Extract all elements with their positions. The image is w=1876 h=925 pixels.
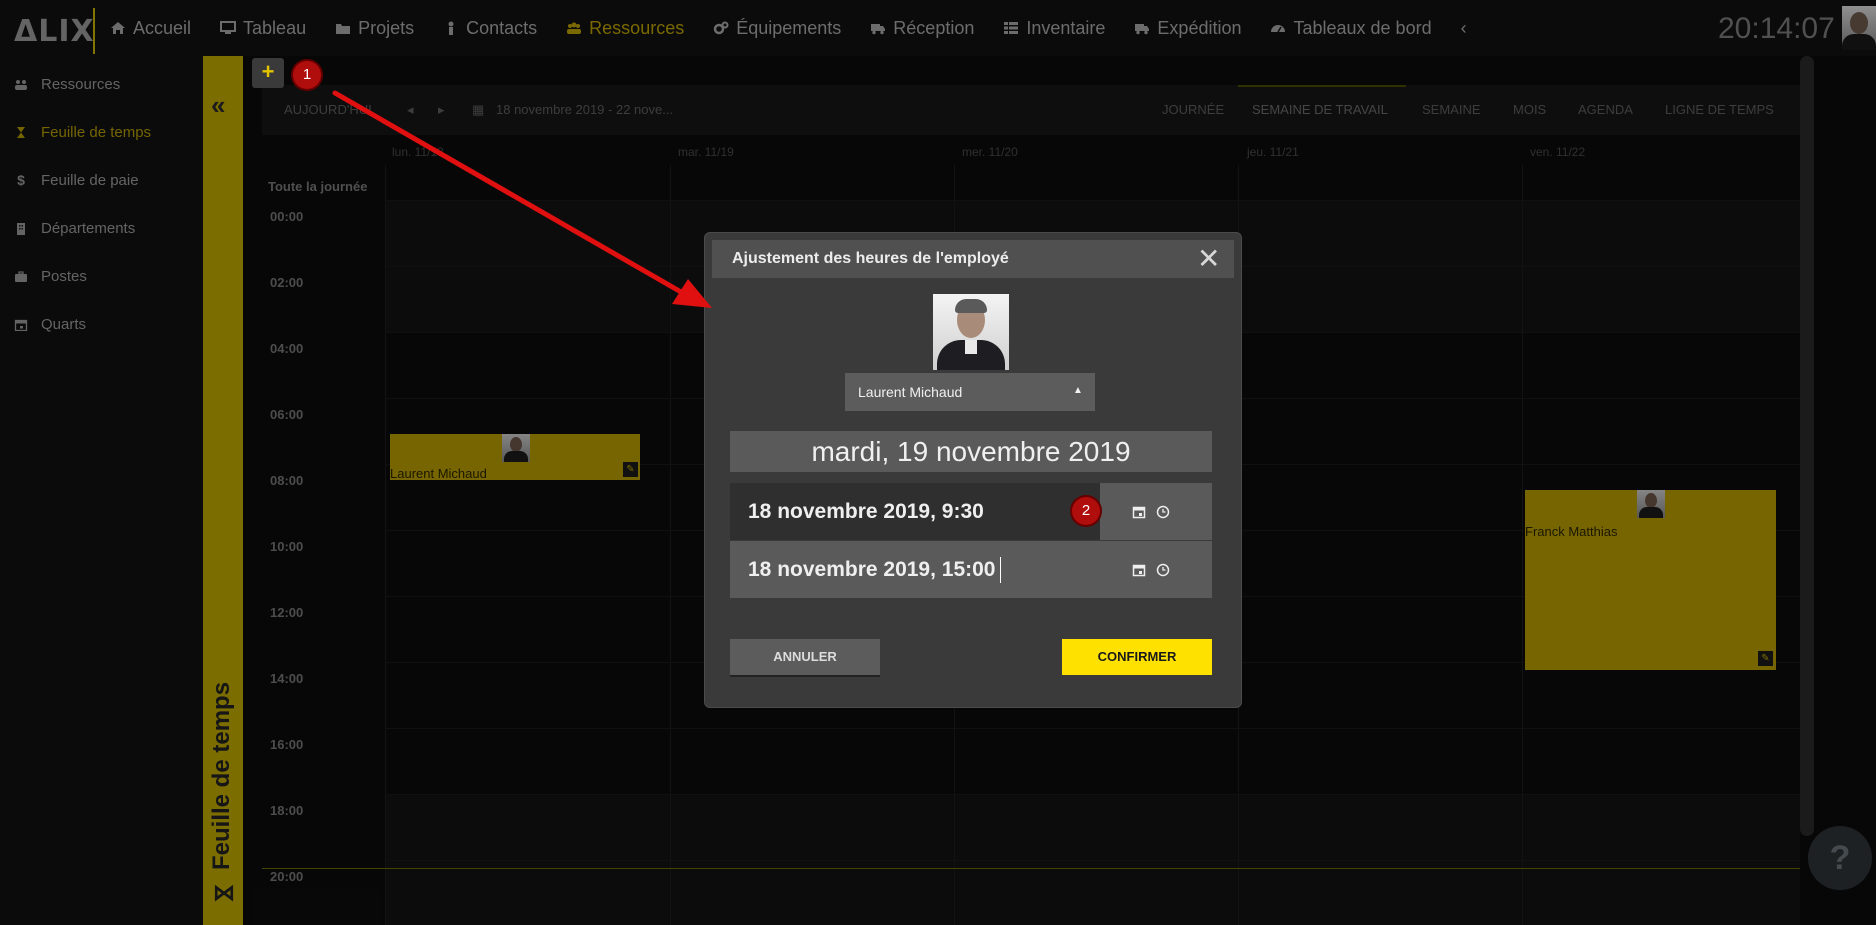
annotation-arrow-icon — [332, 90, 712, 308]
